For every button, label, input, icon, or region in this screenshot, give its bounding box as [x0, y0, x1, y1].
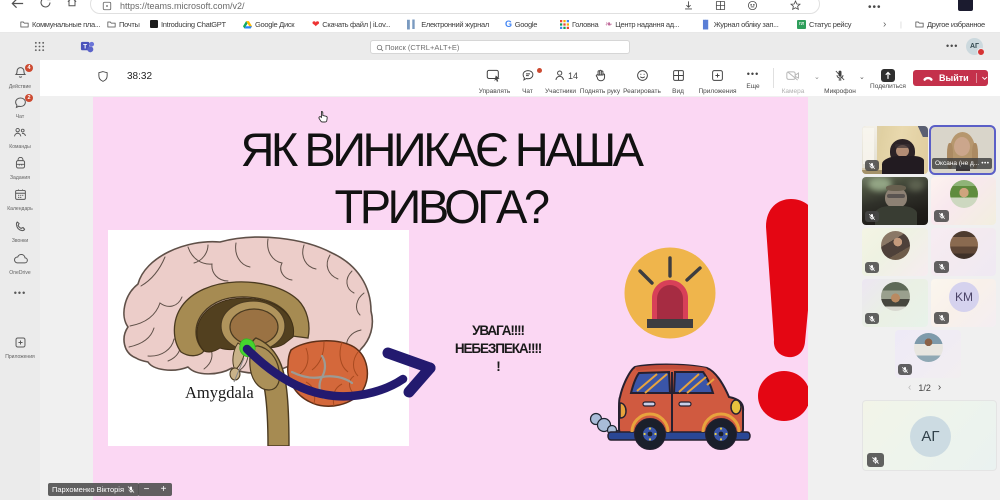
svg-text:T: T	[83, 43, 87, 50]
